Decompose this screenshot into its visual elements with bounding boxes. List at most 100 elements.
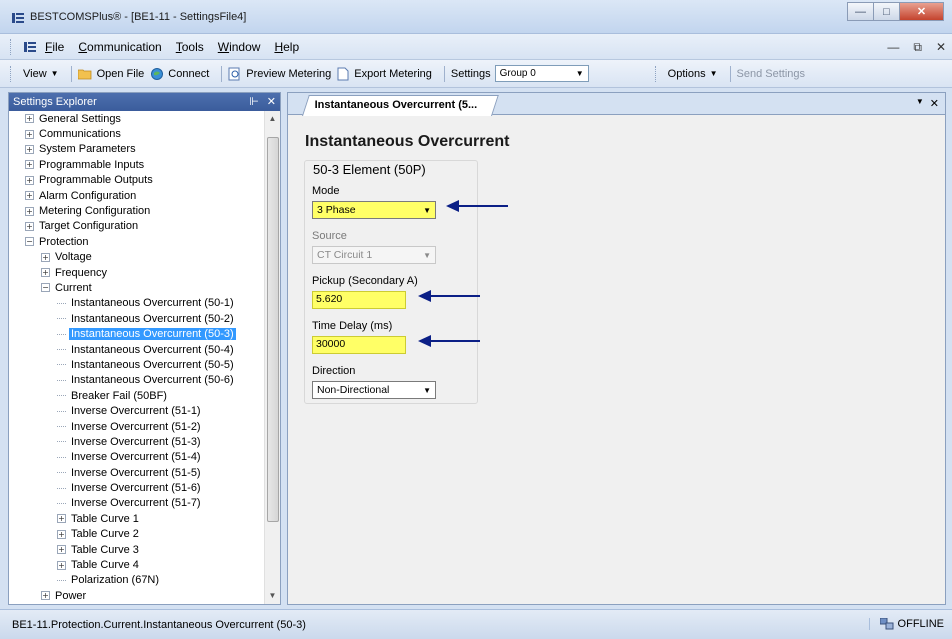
tree-item[interactable]: Polarization (67N) <box>9 573 265 588</box>
settings-group-select[interactable]: Group 0 ▼ <box>494 65 589 82</box>
tree-item[interactable]: Inverse Overcurrent (51-2) <box>9 419 265 434</box>
tree-item[interactable]: + Communications <box>9 126 265 141</box>
tree-item[interactable]: + System Parameters <box>9 142 265 157</box>
pickup-input[interactable]: 5.620 <box>312 291 406 309</box>
tree-item[interactable]: Inverse Overcurrent (51-6) <box>9 480 265 495</box>
tree-item[interactable]: Instantaneous Overcurrent (50-6) <box>9 373 265 388</box>
tree-item[interactable]: Instantaneous Overcurrent (50-3) <box>9 326 265 341</box>
tree-item[interactable]: + Target Configuration <box>9 219 265 234</box>
minimize-button[interactable]: — <box>847 2 874 21</box>
expand-icon[interactable]: + <box>41 252 50 262</box>
pin-icon[interactable]: ⊩ <box>249 95 259 108</box>
document-area: Instantaneous Overcurrent (5... ▼ ✕ Inst… <box>287 92 946 605</box>
tab-instantaneous-overcurrent[interactable]: Instantaneous Overcurrent (5... <box>302 95 499 116</box>
menu-tools[interactable]: Tools <box>176 40 204 54</box>
tree-item[interactable]: − Protection <box>9 234 265 249</box>
expand-icon[interactable]: + <box>57 514 66 524</box>
tree-item[interactable]: + Power <box>9 588 265 603</box>
window-controls: — □ ✕ <box>847 2 944 21</box>
export-metering-button[interactable]: Export Metering <box>337 67 432 81</box>
expand-icon[interactable]: + <box>41 591 50 601</box>
dropdown-arrow-icon: ▼ <box>423 205 431 215</box>
tree-item-label: Metering Configuration <box>39 205 151 218</box>
expand-icon[interactable]: + <box>57 545 66 555</box>
mode-select[interactable]: 3 Phase ▼ <box>312 201 436 219</box>
expand-icon[interactable]: + <box>25 144 34 154</box>
status-path: BE1-11.Protection.Current.Instantaneous … <box>12 619 306 631</box>
toolbar-separator <box>221 65 223 82</box>
source-value: CT Circuit 1 <box>317 249 373 261</box>
tree-item[interactable]: + Programmable Outputs <box>9 173 265 188</box>
source-select[interactable]: CT Circuit 1 ▼ <box>312 246 436 264</box>
mdi-minimize-icon[interactable]: — <box>887 40 899 55</box>
expand-icon[interactable]: + <box>25 175 34 185</box>
close-icon[interactable]: ✕ <box>267 95 276 108</box>
options-label: Options <box>667 67 706 80</box>
expand-icon[interactable]: + <box>25 221 34 231</box>
tree-item[interactable]: Inverse Overcurrent (51-5) <box>9 465 265 480</box>
menu-communication[interactable]: Communication <box>78 40 161 54</box>
tree-item[interactable]: + Table Curve 3 <box>9 542 265 557</box>
expand-icon[interactable]: + <box>41 268 50 278</box>
direction-select[interactable]: Non-Directional ▼ <box>312 381 436 399</box>
tree-item[interactable]: + Frequency <box>9 265 265 280</box>
explorer-scrollbar[interactable]: ▲ ▼ <box>264 111 280 604</box>
dropdown-arrow-icon: ▼ <box>709 69 718 78</box>
menu-file[interactable]: File <box>45 40 64 54</box>
tree-item[interactable]: + General Settings <box>9 111 265 126</box>
tree-item[interactable]: + Voltage <box>9 250 265 265</box>
menu-help[interactable]: Help <box>274 40 299 54</box>
scroll-thumb[interactable] <box>267 137 279 522</box>
status-bar: BE1-11.Protection.Current.Instantaneous … <box>0 609 952 639</box>
view-label: View <box>23 67 47 80</box>
expand-icon[interactable]: + <box>25 114 34 124</box>
app-menu-icon[interactable] <box>23 41 37 53</box>
tree-item[interactable]: Instantaneous Overcurrent (50-2) <box>9 311 265 326</box>
mdi-restore-icon[interactable]: ⧉ <box>913 40 922 55</box>
tree-item[interactable]: Inverse Overcurrent (51-4) <box>9 450 265 465</box>
tree-item-label: System Parameters <box>39 143 136 156</box>
expand-icon[interactable]: + <box>25 191 34 201</box>
tree-item[interactable]: + Alarm Configuration <box>9 188 265 203</box>
close-button[interactable]: ✕ <box>899 2 944 21</box>
send-settings-button[interactable]: Send Settings <box>737 68 806 80</box>
collapse-icon[interactable]: − <box>41 283 50 293</box>
time-delay-input[interactable]: 30000 <box>312 336 406 354</box>
mode-value: 3 Phase <box>317 204 356 216</box>
tree-item[interactable]: + Table Curve 2 <box>9 527 265 542</box>
tree-item[interactable]: Inverse Overcurrent (51-3) <box>9 434 265 449</box>
tab-list-icon[interactable]: ▼ <box>916 97 924 110</box>
tree-item[interactable]: + Table Curve 4 <box>9 557 265 572</box>
view-dropdown[interactable]: View ▼ <box>23 68 59 80</box>
tree-item[interactable]: Breaker Fail (50BF) <box>9 388 265 403</box>
options-dropdown[interactable]: Options ▼ <box>668 68 718 80</box>
tree-item[interactable]: Instantaneous Overcurrent (50-5) <box>9 357 265 372</box>
expand-icon[interactable]: + <box>57 529 66 539</box>
expand-icon[interactable]: + <box>25 206 34 216</box>
tree-item[interactable]: +Thermal <box>9 604 265 605</box>
tree-item[interactable]: + Programmable Inputs <box>9 157 265 172</box>
page-title: Instantaneous Overcurrent <box>305 133 510 150</box>
tree-item[interactable]: Inverse Overcurrent (51-1) <box>9 403 265 418</box>
tree-item[interactable]: − Current <box>9 280 265 295</box>
menu-window[interactable]: Window <box>218 40 261 54</box>
mdi-close-icon[interactable]: ✕ <box>936 40 946 55</box>
tree-item[interactable]: + Table Curve 1 <box>9 511 265 526</box>
mdi-controls: — ⧉ ✕ <box>887 40 946 55</box>
connect-button[interactable]: Connect <box>150 67 209 81</box>
close-icon[interactable]: ✕ <box>930 97 939 110</box>
expand-icon[interactable]: + <box>57 560 66 570</box>
tree-item[interactable]: Instantaneous Overcurrent (50-4) <box>9 342 265 357</box>
pickup-label: Pickup (Secondary A) <box>312 275 418 287</box>
expand-icon[interactable]: + <box>25 129 34 139</box>
scroll-up-icon[interactable]: ▲ <box>265 111 280 127</box>
expand-icon[interactable]: + <box>25 160 34 170</box>
open-file-button[interactable]: Open File <box>77 68 144 80</box>
tree-item[interactable]: Inverse Overcurrent (51-7) <box>9 496 265 511</box>
maximize-button[interactable]: □ <box>873 2 900 21</box>
collapse-icon[interactable]: − <box>25 237 34 247</box>
scroll-down-icon[interactable]: ▼ <box>265 588 280 604</box>
preview-metering-button[interactable]: Preview Metering <box>228 67 331 81</box>
tree-item[interactable]: + Metering Configuration <box>9 203 265 218</box>
tree-item[interactable]: Instantaneous Overcurrent (50-1) <box>9 296 265 311</box>
